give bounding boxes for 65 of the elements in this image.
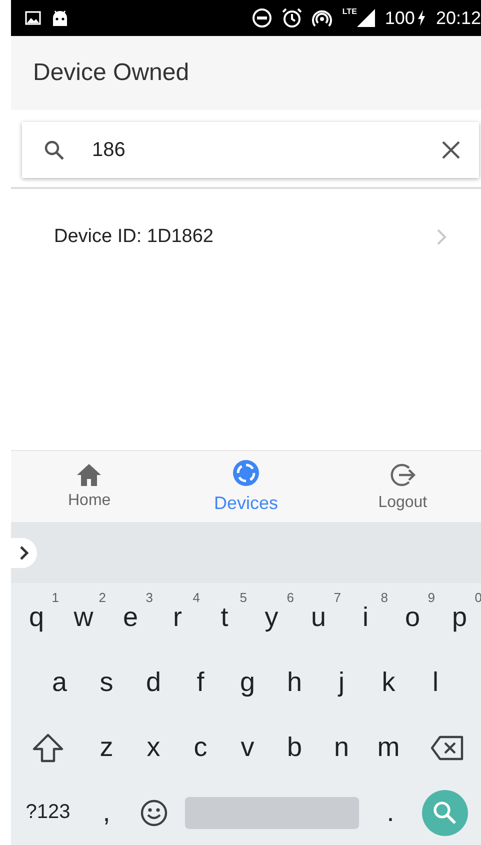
expand-suggestions-button[interactable] <box>11 538 37 568</box>
signal-icon <box>356 9 375 27</box>
android-icon <box>51 10 69 26</box>
keyboard-key[interactable]: t 5 <box>201 590 248 646</box>
keyboard-key[interactable]: f <box>177 654 224 710</box>
keyboard-key[interactable]: b <box>271 720 318 776</box>
keyboard-key[interactable]: c <box>177 720 224 776</box>
key-hint: 7 <box>334 590 341 604</box>
keyboard-key[interactable]: a <box>36 654 83 710</box>
keyboard-key[interactable]: y 6 <box>248 590 295 646</box>
keyboard-key[interactable]: z <box>83 720 130 776</box>
shift-arrow-icon <box>32 732 64 762</box>
device-list-item[interactable]: Device ID: 1D1862 <box>54 226 214 248</box>
nav-tab[interactable]: Home <box>11 451 168 522</box>
key-hint: 6 <box>286 590 294 604</box>
symbols-key[interactable]: ?123 <box>13 784 83 840</box>
keyboard-key[interactable]: j <box>318 654 365 710</box>
keyboard-key[interactable]: i 8 <box>342 590 389 646</box>
keyboard-key[interactable]: e 3 <box>107 590 154 646</box>
keyboard-key[interactable]: x <box>130 720 177 776</box>
key-hint: 5 <box>240 590 247 604</box>
keyboard-key[interactable]: l <box>412 654 459 710</box>
smiley-icon <box>140 798 168 826</box>
keyboard-key[interactable]: k <box>365 654 412 710</box>
keyboard-key[interactable]: d <box>130 654 177 710</box>
key-hint: 4 <box>192 590 200 604</box>
search-icon <box>432 800 458 826</box>
do-not-disturb-icon <box>252 8 272 28</box>
keyboard-key[interactable]: r 4 <box>154 590 201 646</box>
network-type: LTE <box>342 7 357 16</box>
page-title: Device Owned <box>33 59 190 87</box>
search-field[interactable]: 186 <box>92 138 413 162</box>
keyboard-key[interactable]: h <box>271 654 318 710</box>
key-hint: 2 <box>98 590 106 604</box>
keyboard-key[interactable]: w 2 <box>60 590 107 646</box>
key-hint: 3 <box>146 590 153 604</box>
hotspot-icon <box>312 8 332 28</box>
key-hint: 1 <box>52 590 59 604</box>
keyboard-key[interactable]: o 9 <box>389 590 436 646</box>
charging-icon <box>416 10 426 26</box>
battery-level: 100 <box>384 8 415 28</box>
image-icon <box>25 11 41 25</box>
clear-button[interactable] <box>441 140 461 160</box>
logout-icon <box>390 462 416 488</box>
keyboard-key[interactable]: q 1 <box>13 590 60 646</box>
key-hint: 9 <box>428 590 435 604</box>
keyboard-key[interactable]: v <box>224 720 271 776</box>
search-icon <box>44 140 64 160</box>
target-icon <box>232 459 260 487</box>
home-icon <box>77 464 102 486</box>
keyboard-key[interactable]: n <box>318 720 365 776</box>
backspace-icon <box>430 734 464 760</box>
chevron-right-icon <box>19 546 29 560</box>
alarm-icon <box>282 8 302 28</box>
keyboard-key[interactable]: s <box>83 654 130 710</box>
nav-tab[interactable]: Logout <box>324 451 481 522</box>
keyboard-key[interactable]: g <box>224 654 271 710</box>
chevron-right-icon <box>437 229 447 245</box>
keyboard-key[interactable]: m <box>365 720 412 776</box>
keyboard-key[interactable]: u 7 <box>295 590 342 646</box>
keyboard-key[interactable]: . <box>367 784 414 840</box>
clock: 20:12 <box>436 8 481 28</box>
keyboard-key[interactable]: , <box>83 784 130 840</box>
close-icon <box>441 140 461 160</box>
key-hint: 8 <box>380 590 388 604</box>
